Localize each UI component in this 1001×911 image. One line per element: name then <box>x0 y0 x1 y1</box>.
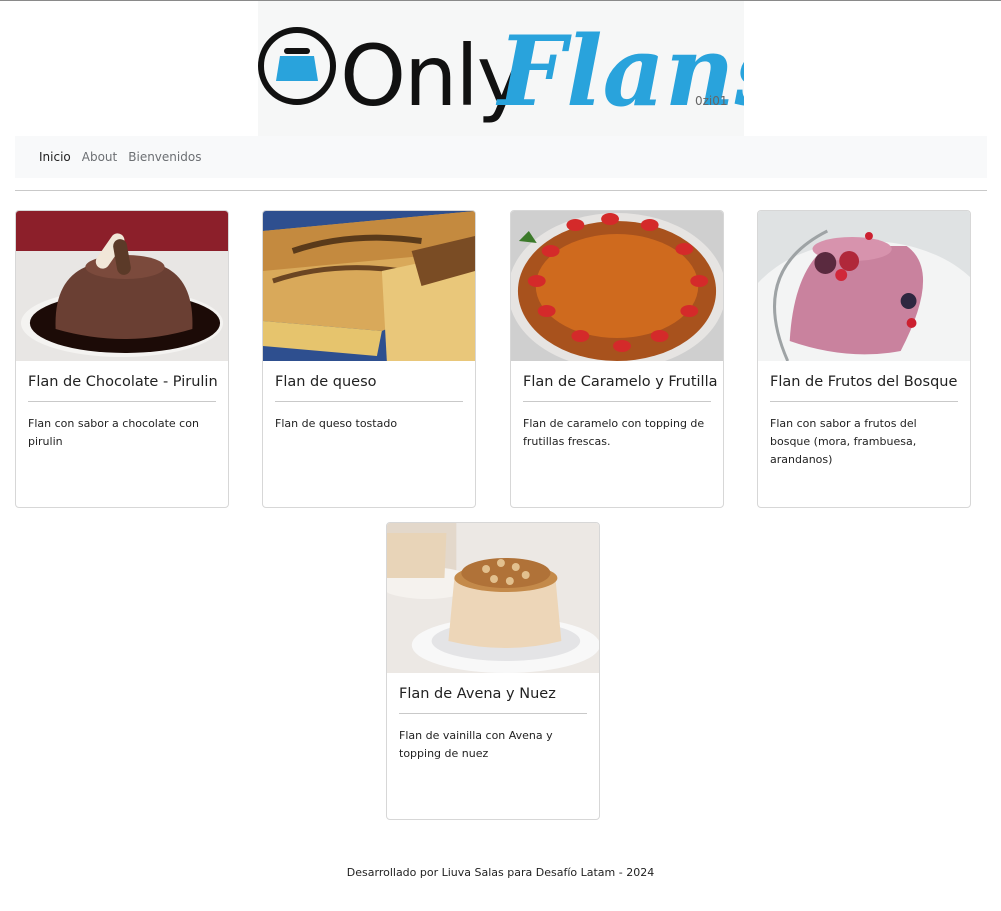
product-card-queso[interactable]: Flan de queso Flan de queso tostado <box>262 210 476 508</box>
product-card-caramelo[interactable]: Flan de Caramelo y Frutilla Flan de cara… <box>510 210 724 508</box>
brand-logo: Only Flans 0zi01 <box>258 1 744 136</box>
card-title: Flan de Avena y Nuez <box>399 686 587 714</box>
footer-text: Desarrollado por Liuva Salas para Desafí… <box>346 866 655 879</box>
oat-walnut-flan-image <box>387 523 599 673</box>
product-card-avena-nuez[interactable]: Flan de Avena y Nuez Flan de vainilla co… <box>386 522 600 820</box>
logo-suffix: 0zi01 <box>695 94 728 108</box>
product-card-chocolate[interactable]: Flan de Chocolate - Pirulin Flan con sab… <box>15 210 229 508</box>
chocolate-flan-image <box>16 211 228 361</box>
card-title: Flan de Frutos del Bosque <box>770 374 958 402</box>
product-card-frutos-bosque[interactable]: Flan de Frutos del Bosque Flan con sabor… <box>757 210 971 508</box>
card-description: Flan con sabor a frutos del bosque (mora… <box>770 417 917 466</box>
nav-item-bienvenidos[interactable]: Bienvenidos <box>128 150 201 164</box>
card-title: Flan de Caramelo y Frutilla <box>523 374 717 402</box>
card-title: Flan de Chocolate - Pirulin <box>28 374 218 402</box>
caramel-strawberry-flan-image <box>511 211 723 361</box>
nav-item-inicio[interactable]: Inicio <box>39 150 71 164</box>
logo-word-flans: Flans <box>495 15 744 128</box>
cheese-tart-image <box>263 211 475 361</box>
berry-flan-image <box>758 211 970 361</box>
card-description: Flan con sabor a chocolate con pirulin <box>28 417 199 448</box>
nav-item-about[interactable]: About <box>82 150 117 164</box>
card-title: Flan de queso <box>275 374 463 402</box>
navbar: Inicio About Bienvenidos <box>15 136 987 178</box>
divider <box>15 190 987 191</box>
card-description: Flan de caramelo con topping de frutilla… <box>523 417 705 448</box>
card-description: Flan de vainilla con Avena y topping de … <box>399 729 553 760</box>
logo-word-only: Only <box>340 27 525 125</box>
card-description: Flan de queso tostado <box>275 417 398 430</box>
